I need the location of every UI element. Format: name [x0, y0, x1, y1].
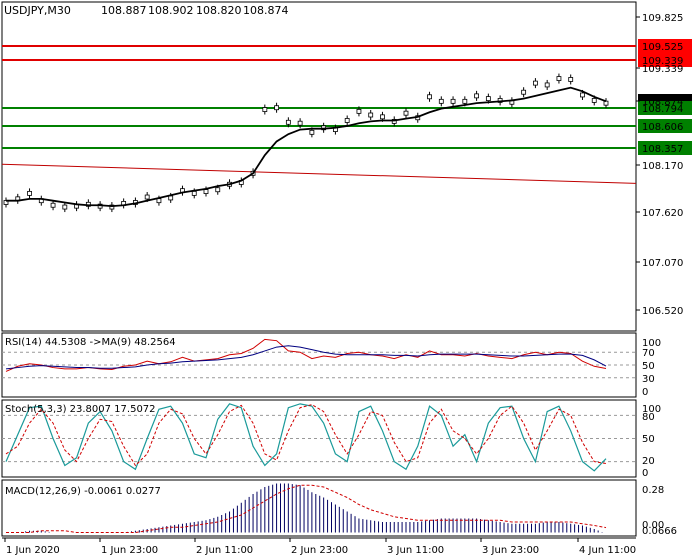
trend-line	[1, 163, 637, 184]
price-candle	[168, 195, 174, 201]
price-candle	[215, 187, 221, 193]
price-candle	[62, 204, 68, 210]
x-tick-label: 2 Jun 23:00	[291, 545, 348, 556]
price-candle	[191, 190, 197, 196]
rsi-y-tick-label: 50	[642, 361, 655, 372]
rsi-y-tick-label: 70	[642, 348, 655, 359]
ohlc-high: 108.902	[148, 4, 194, 17]
price-candle	[344, 118, 350, 123]
price-ma-line	[6, 86, 607, 208]
price-candle	[521, 89, 527, 95]
price-candle	[438, 98, 444, 104]
ohlc-open: 108.887	[101, 4, 147, 17]
price-candle	[144, 194, 150, 200]
price-candle	[274, 105, 279, 111]
level-label: 108.357	[642, 144, 683, 155]
x-tick-label: 1 Jun 2020	[6, 545, 60, 556]
main-y-tick-label: 109.825	[642, 13, 683, 24]
main-y-tick-label: 107.070	[642, 258, 683, 269]
ohlc-low: 108.820	[196, 4, 242, 17]
stoch-y-tick-label: 0	[642, 468, 648, 479]
price-candle	[297, 120, 303, 126]
panes	[1, 1, 637, 537]
x-tick-label: 3 Jun 23:00	[482, 545, 539, 556]
macd-y-tick-label: 0.28	[642, 485, 664, 496]
main-y-tick-label: 107.620	[642, 208, 683, 219]
x-tick-label: 4 Jun 11:00	[579, 545, 636, 556]
stoch-y-tick-label: 20	[642, 456, 655, 467]
price-candle	[544, 82, 550, 88]
macd-label: MACD(12,26,9) -0.0061 0.0277	[5, 486, 161, 497]
price-candle	[27, 190, 32, 196]
price-candle	[156, 198, 162, 204]
main-y-tick-label: 108.874	[642, 97, 683, 108]
ohlc-close: 108.874	[243, 4, 289, 17]
price-candle	[556, 76, 562, 81]
stoch-label: Stoch(5,3,3) 23.8007 17.5072	[5, 404, 156, 415]
level-label: 108.606	[642, 122, 683, 133]
price-candle	[403, 110, 409, 116]
price-candle	[462, 98, 468, 104]
price-candle	[368, 112, 374, 118]
stoch-y-tick-label: 50	[642, 434, 655, 445]
price-candle	[450, 98, 456, 104]
price-candle	[580, 92, 585, 98]
x-tick-label: 3 Jun 11:00	[387, 545, 444, 556]
chart-root: 109.525109.339108.874108.794108.606108.3…	[1, 1, 692, 556]
x-tick-label: 2 Jun 11:00	[196, 545, 253, 556]
price-candle	[485, 96, 491, 102]
price-candle	[285, 119, 291, 125]
price-candle	[474, 93, 479, 99]
price-candle	[356, 108, 362, 114]
price-candle	[380, 114, 385, 120]
price-candle	[591, 98, 597, 103]
price-candle	[262, 107, 268, 112]
symbol-label: USDJPY,M30	[4, 4, 71, 17]
macd-y-tick-label: 0.0666	[642, 526, 677, 537]
price-candle	[203, 189, 209, 194]
main-pane-frame	[1, 1, 637, 332]
x-tick-label: 1 Jun 23:00	[101, 545, 158, 556]
main-y-tick-label: 108.170	[642, 161, 683, 172]
level-lines: 109.525109.339108.874108.794108.606108.3…	[1, 39, 692, 463]
rsi-y-tick-label: 0	[642, 387, 648, 398]
price-candle	[427, 94, 432, 100]
series	[3, 73, 609, 533]
price-candle	[568, 77, 574, 82]
main-y-tick-label: 106.520	[642, 306, 683, 317]
price-candle	[309, 129, 315, 135]
rsi-label: RSI(14) 44.5308 ->MA(9) 48.2564	[5, 337, 176, 348]
main-y-tick-label: 109.339	[642, 64, 683, 75]
price-candle	[50, 202, 56, 208]
rsi-y-tick-label: 30	[642, 374, 655, 385]
price-candle	[533, 80, 538, 86]
level-label: 109.525	[642, 42, 683, 53]
stoch-y-tick-label: 80	[642, 412, 655, 423]
